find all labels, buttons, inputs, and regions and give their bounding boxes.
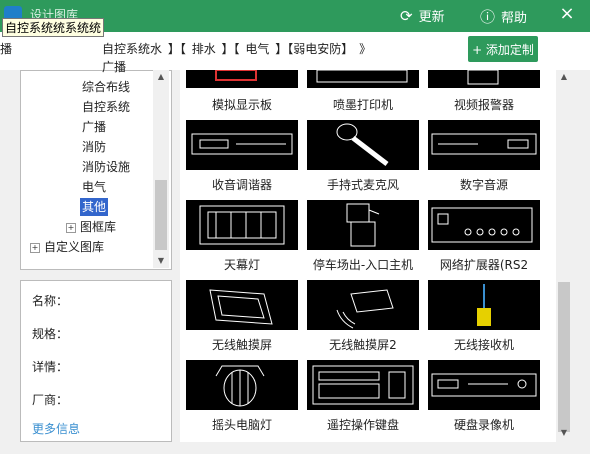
close-button[interactable]: × xyxy=(552,2,582,26)
breadcrumb-item[interactable]: 电气 xyxy=(245,42,269,56)
tree-item-label: 图框库 xyxy=(80,220,117,234)
symbol-thumbnail xyxy=(186,120,298,170)
tree-item-label: 自定义图库 xyxy=(44,240,105,254)
symbol-label: 无线接收机 xyxy=(453,338,514,352)
symbol-thumbnail xyxy=(428,70,540,88)
tree-scrollbar[interactable]: ▲ ▼ xyxy=(153,70,169,268)
toolbar-left-label: 播 xyxy=(0,42,13,56)
symbol-thumbnail xyxy=(307,200,419,250)
tree-item[interactable]: 综合布线 xyxy=(82,78,130,96)
tree-item[interactable]: 消防 xyxy=(82,138,106,156)
symbol-label: 数字音源 xyxy=(459,178,508,192)
refresh-icon: ⟳ xyxy=(400,6,413,25)
symbol-thumbnail xyxy=(307,120,419,170)
help-label: 帮助 xyxy=(501,11,528,26)
symbol-thumbnail xyxy=(428,200,540,250)
breadcrumb-item[interactable]: 自控系统水 xyxy=(102,42,162,56)
symbol-label: 硬盘录像机 xyxy=(453,418,514,432)
name-label: 名称： xyxy=(32,294,69,308)
expand-icon[interactable]: + xyxy=(30,242,40,253)
breadcrumb: 自控系统水 】【 排水 】【 电气 】【弱电安防】 》 xyxy=(102,40,373,57)
detail-label: 详情： xyxy=(32,360,69,374)
symbol-thumbnail xyxy=(428,360,540,410)
update-button[interactable]: ⟳ 更新 xyxy=(400,6,445,26)
expand-icon[interactable]: + xyxy=(66,222,76,233)
scroll-thumb[interactable] xyxy=(155,180,167,250)
symbol-label: 无线触摸屏 xyxy=(211,338,272,352)
symbol-label: 视频报警器 xyxy=(453,98,514,112)
spec-label: 规格： xyxy=(32,327,69,341)
symbol-thumbnail xyxy=(307,280,419,330)
breadcrumb-item[interactable]: 排水 xyxy=(192,42,216,56)
tree-item[interactable]: 电气 xyxy=(82,178,106,196)
scroll-thumb[interactable] xyxy=(558,282,570,432)
tree-item-broadcast-top[interactable]: 广播 xyxy=(102,58,126,75)
tree-item-selected[interactable]: 其他 xyxy=(80,198,109,216)
symbol-thumbnail xyxy=(428,120,540,170)
tree-item-custom-library[interactable]: + 自定义图库 xyxy=(30,238,104,256)
help-icon: ⓘ xyxy=(480,8,496,26)
grid-scrollbar[interactable]: ▲ ▼ xyxy=(556,70,572,442)
scroll-up-icon[interactable]: ▲ xyxy=(556,72,572,81)
breadcrumb-separator: 】【 xyxy=(221,42,240,56)
tooltip: 自控系统统系统统 xyxy=(2,18,105,37)
tree-item-frame-library[interactable]: + 图框库 xyxy=(66,218,116,236)
scroll-up-icon[interactable]: ▲ xyxy=(153,72,169,81)
symbol-label: 收音调谐器 xyxy=(211,178,272,192)
more-info-link[interactable]: 更多信息 xyxy=(32,420,80,437)
symbol-thumbnail xyxy=(186,200,298,250)
symbol-label: 网络扩展器(RS2 xyxy=(439,258,529,272)
scroll-down-icon[interactable]: ▼ xyxy=(556,428,572,437)
breadcrumb-item[interactable]: 】【弱电安防】 xyxy=(275,42,353,56)
tree-item[interactable]: 消防设施 xyxy=(82,158,130,176)
vendor-label: 厂商： xyxy=(32,393,69,407)
symbol-thumbnail xyxy=(186,360,298,410)
breadcrumb-separator: 】【 xyxy=(167,42,186,56)
symbol-thumbnail xyxy=(428,280,540,330)
scroll-down-icon[interactable]: ▼ xyxy=(153,256,169,265)
symbol-label: 天幕灯 xyxy=(223,258,260,272)
symbol-thumbnail xyxy=(186,280,298,330)
symbol-label: 摇头电脑灯 xyxy=(211,418,272,432)
symbol-thumbnail xyxy=(307,360,419,410)
symbol-label: 模拟显示板 xyxy=(211,98,272,112)
symbol-thumbnail xyxy=(186,70,298,88)
tree-item[interactable]: 自控系统 xyxy=(82,98,130,116)
breadcrumb-more[interactable]: 》 xyxy=(359,42,371,56)
add-custom-button[interactable]: + 添加定制 xyxy=(468,36,538,62)
symbol-label: 喷墨打印机 xyxy=(332,98,393,112)
update-label: 更新 xyxy=(418,10,445,25)
symbol-label: 手持式麦克风 xyxy=(326,178,399,192)
symbol-label: 停车场出-入口主机 xyxy=(312,258,414,272)
symbol-thumbnail xyxy=(307,70,419,88)
tree-item[interactable]: 广播 xyxy=(82,118,106,136)
symbol-label: 无线触摸屏2 xyxy=(329,338,397,352)
help-button[interactable]: ⓘ 帮助 xyxy=(480,6,527,27)
symbol-label: 遥控操作键盘 xyxy=(326,418,399,432)
